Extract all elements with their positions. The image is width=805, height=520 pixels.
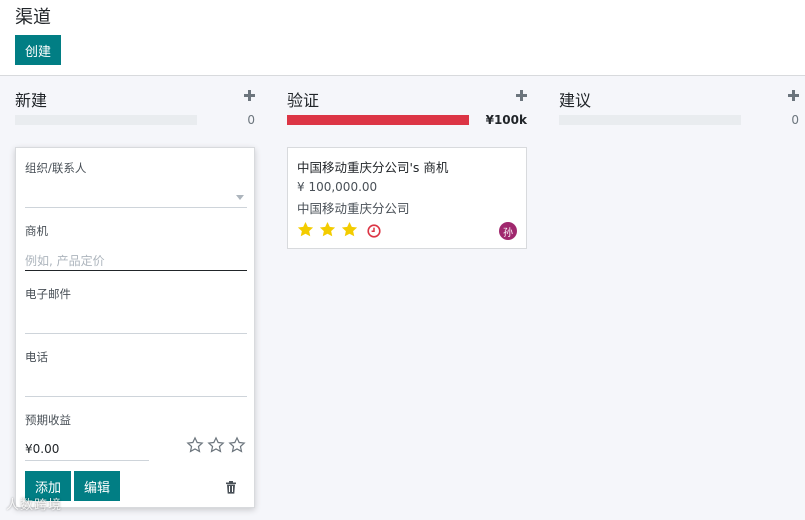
phone-field[interactable] [25, 375, 247, 395]
column-quick-add-qualified[interactable] [516, 86, 527, 105]
plus-icon [516, 90, 527, 101]
opportunity-input[interactable]: 例如, 产品定价 [25, 252, 105, 269]
expected-revenue-label: 预期收益 [25, 413, 71, 427]
column-title-proposition: 建议 [559, 91, 592, 110]
card-company: 中国移动重庆分公司 [297, 201, 410, 216]
column-progress-bar-proposition[interactable] [559, 115, 741, 125]
column-total-qualified: ¥100k [485, 113, 527, 127]
clock-icon [367, 224, 381, 238]
watermark: 人数跨境 [6, 498, 63, 513]
plus-icon [244, 90, 255, 101]
column-title-qualified: 验证 [287, 91, 320, 110]
opportunity-label: 商机 [25, 224, 48, 238]
expected-revenue-underline [25, 460, 149, 461]
plus-icon [788, 90, 799, 101]
edit-button[interactable]: 编辑 [74, 471, 120, 501]
email-field[interactable] [25, 312, 247, 332]
trash-icon [226, 481, 236, 494]
column-progress-bar-new[interactable] [15, 115, 197, 125]
delete-button[interactable] [225, 479, 237, 498]
org-contact-underline [25, 207, 247, 208]
column-total-proposition: 0 [791, 113, 799, 127]
quick-create-form: 组织/联系人 商机 例如, 产品定价 电子邮件 电话 预期收益 ¥0.00 添加… [15, 147, 255, 508]
star-filled-icon[interactable] [318, 220, 337, 239]
column-title-new: 新建 [15, 91, 48, 110]
email-label: 电子邮件 [25, 287, 71, 301]
card-title: 中国移动重庆分公司's 商机 [297, 160, 449, 175]
dropdown-caret-icon[interactable] [236, 195, 244, 200]
opportunity-underline [25, 270, 247, 271]
column-progress-bar-qualified[interactable] [287, 115, 469, 125]
card-priority-widget [296, 220, 359, 239]
create-button[interactable]: 创建 [15, 35, 61, 65]
avatar[interactable]: 孙 [499, 222, 517, 240]
star-outline-icon[interactable] [186, 436, 204, 454]
email-underline [25, 333, 247, 334]
star-filled-icon[interactable] [340, 220, 359, 239]
progress-fill [287, 115, 469, 125]
phone-underline [25, 396, 247, 397]
column-total-new: 0 [247, 113, 255, 127]
card-expected-revenue: ¥ 100,000.00 [297, 180, 378, 194]
activity-button[interactable] [367, 223, 381, 242]
column-quick-add-new[interactable] [244, 86, 255, 105]
column-quick-add-proposition[interactable] [788, 86, 799, 105]
star-filled-icon[interactable] [296, 220, 315, 239]
org-contact-field[interactable] [25, 186, 247, 206]
org-contact-label: 组织/联系人 [25, 161, 87, 175]
star-outline-icon[interactable] [228, 436, 246, 454]
control-panel: 渠道 创建 [0, 0, 805, 76]
phone-label: 电话 [25, 350, 48, 364]
opportunity-card[interactable]: 中国移动重庆分公司's 商机 ¥ 100,000.00 中国移动重庆分公司 孙 [287, 147, 527, 249]
priority-widget [186, 436, 246, 454]
expected-revenue-input[interactable]: ¥0.00 [25, 442, 59, 456]
star-outline-icon[interactable] [207, 436, 225, 454]
page-title: 渠道 [15, 7, 51, 28]
